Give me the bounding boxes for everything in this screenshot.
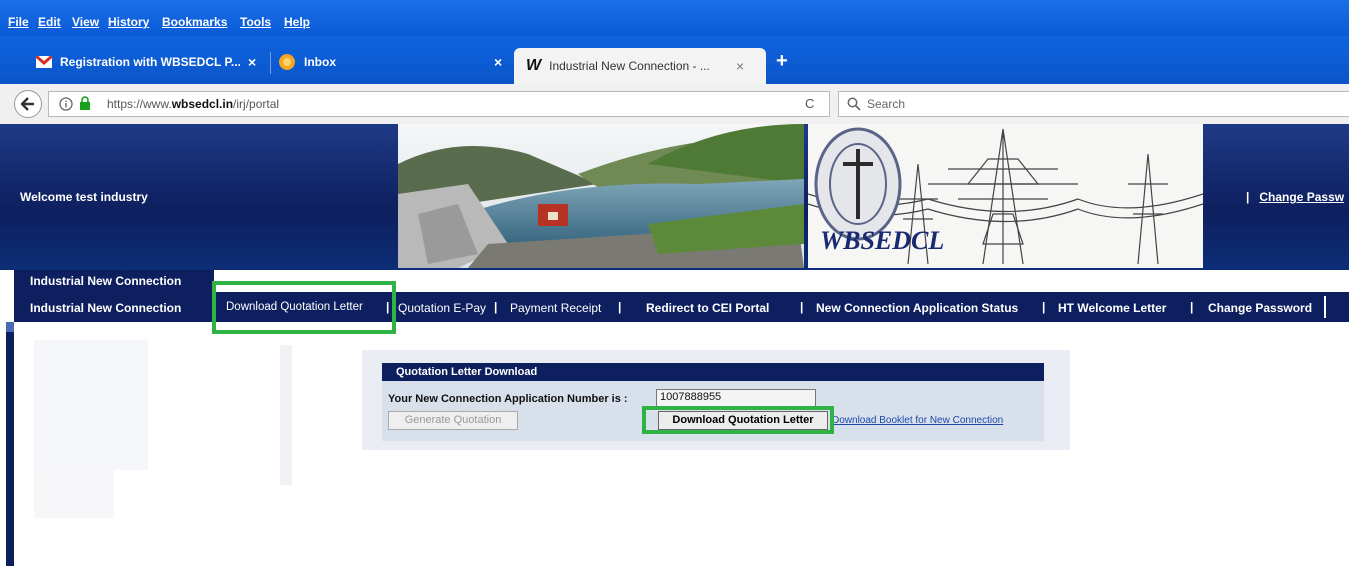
tab-label: Registration with WBSEDCL P... [60, 55, 240, 69]
header-sep: | [1246, 190, 1250, 204]
download-booklet-link[interactable]: Download Booklet for New Connection [832, 415, 1003, 426]
search-placeholder: Search [867, 97, 906, 111]
content-divider [280, 345, 292, 485]
url-text: https://www.wbsedcl.in/irj/portal [107, 97, 279, 111]
tab-close-icon[interactable]: × [248, 54, 256, 70]
info-icon[interactable] [59, 97, 73, 111]
tab-close-icon[interactable]: × [494, 54, 502, 70]
nav-redirect-cei-portal[interactable]: Redirect to CEI Portal [646, 301, 769, 315]
reload-icon[interactable]: C [805, 96, 814, 111]
search-input[interactable]: Search [838, 91, 1349, 117]
inbox-icon [279, 54, 295, 70]
nav-separator: | [1042, 300, 1046, 314]
tab-divider [270, 52, 271, 74]
nav-ht-welcome-letter[interactable]: HT Welcome Letter [1058, 301, 1166, 315]
panel-title: Quotation Letter Download [396, 366, 538, 378]
menu-bar: File Edit View History Bookmarks Tools H… [0, 0, 1349, 36]
tab-registration[interactable]: Registration with WBSEDCL P... × [36, 48, 266, 76]
tab-inbox[interactable]: Inbox × [278, 48, 508, 76]
tab-industrial-new-connection[interactable]: W Industrial New Connection - ... × [514, 48, 766, 84]
nav-change-password[interactable]: Change Password [1208, 301, 1312, 315]
new-tab-button[interactable]: + [776, 50, 788, 73]
lock-icon [80, 96, 90, 110]
nav-separator: | [618, 300, 622, 314]
tab-close-icon[interactable]: × [736, 58, 744, 74]
url-domain: wbsedcl.in [171, 97, 234, 111]
logo-wordmark: WBSEDCL [820, 226, 944, 255]
nav-top-label: Industrial New Connection [30, 274, 182, 288]
portal-header: Welcome test industry WBSEDCL | Change P… [0, 124, 1349, 270]
nav-payment-receipt[interactable]: Payment Receipt [510, 301, 601, 315]
wbsedcl-logo-image: WBSEDCL [808, 124, 1203, 268]
header-change-password-link[interactable]: Change Passw [1259, 190, 1344, 204]
sidebar-placeholder-lower [34, 470, 114, 518]
nav-separator: | [494, 300, 498, 314]
search-icon [847, 97, 861, 111]
tab-bar: Registration with WBSEDCL P... × Inbox ×… [0, 36, 1349, 84]
left-edge-bar [6, 322, 14, 566]
nav-separator: | [800, 300, 804, 314]
dam-landscape-image [398, 124, 804, 268]
menu-file[interactable]: File [8, 15, 29, 29]
address-bar[interactable]: https://www.wbsedcl.in/irj/portal C [48, 91, 830, 117]
highlight-download-button [642, 406, 834, 434]
nav-industrial-new-connection[interactable]: Industrial New Connection [30, 301, 181, 315]
highlight-nav-download-quotation [212, 281, 396, 334]
nav-quotation-e-pay[interactable]: Quotation E-Pay [398, 301, 486, 315]
nav-application-status[interactable]: New Connection Application Status [816, 301, 1018, 315]
application-number-value: 1007888955 [660, 391, 722, 403]
menu-bookmarks[interactable]: Bookmarks [162, 15, 227, 29]
menu-tools[interactable]: Tools [240, 15, 271, 29]
sidebar-placeholder [34, 340, 148, 470]
url-prefix: https://www. [107, 97, 172, 111]
menu-edit[interactable]: Edit [38, 15, 61, 29]
welcome-text: Welcome test industry [20, 190, 148, 204]
application-number-label: Your New Connection Application Number i… [388, 393, 628, 405]
menu-help[interactable]: Help [284, 15, 310, 29]
quotation-panel: Quotation Letter Download Your New Conne… [362, 350, 1070, 450]
nav-section-label: Industrial New Connection [14, 270, 214, 292]
application-number-field: 1007888955 [656, 389, 816, 407]
menu-view[interactable]: View [72, 15, 99, 29]
generate-quotation-button[interactable]: Generate Quotation [388, 411, 518, 430]
header-change-password[interactable]: | Change Passw [1246, 190, 1344, 204]
tab-label: Industrial New Connection - ... [549, 59, 710, 73]
navigation-toolbar: https://www.wbsedcl.in/irj/portal C Sear… [0, 84, 1349, 125]
wbsedcl-favicon-icon: W [526, 57, 542, 74]
back-button[interactable] [14, 90, 42, 118]
panel-header: Quotation Letter Download [382, 363, 1044, 381]
url-path: /irj/portal [233, 97, 280, 111]
nav-separator: | [1190, 300, 1194, 314]
gmail-icon [36, 56, 52, 68]
nav-end-divider [1324, 296, 1326, 318]
menu-history[interactable]: History [108, 15, 149, 29]
left-edge-marker [6, 322, 14, 332]
tab-label: Inbox [304, 55, 336, 69]
arrow-left-icon [20, 97, 34, 111]
